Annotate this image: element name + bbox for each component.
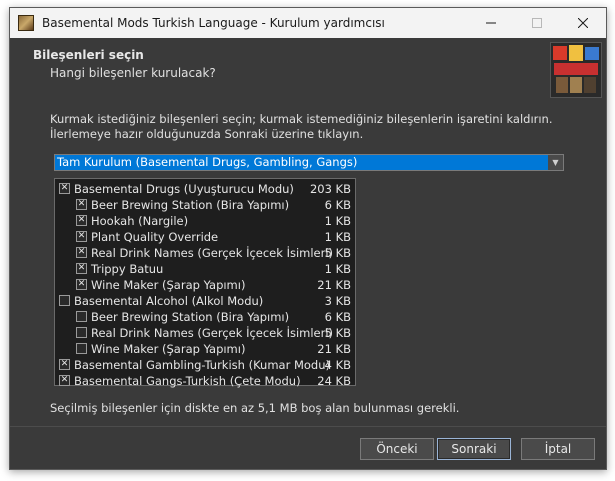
component-label: Basemental Gangs-Turkish (Çete Modu)	[74, 374, 301, 388]
component-size: 203 KB	[309, 182, 351, 196]
component-checkbox[interactable]: ✕	[76, 231, 87, 242]
component-row[interactable]: ✕ Trippy Batuu 1 KB	[55, 261, 355, 277]
component-row[interactable]: ✕ Wine Maker (Şarap Yapımı) 21 KB	[55, 277, 355, 293]
component-checkbox[interactable]: ✕	[76, 247, 87, 258]
components-tree[interactable]: ✕ Basemental Drugs (Uyuşturucu Modu) 203 K…	[54, 178, 356, 389]
page-title: Bileşenleri seçin	[33, 48, 144, 62]
component-size: 21 KB	[317, 278, 351, 292]
maximize-icon	[532, 18, 542, 28]
component-label: Wine Maker (Şarap Yapımı)	[91, 278, 246, 292]
component-row[interactable]: Wine Maker (Şarap Yapımı) 21 KB	[55, 341, 355, 357]
title-bar[interactable]: Basemental Mods Turkish Language - Kurul…	[10, 8, 606, 38]
component-checkbox[interactable]: ✕	[59, 183, 70, 194]
component-label: Basemental Alcohol (Alkol Modu)	[74, 294, 264, 308]
component-checkbox[interactable]: ✕	[59, 359, 70, 370]
component-row[interactable]: Basemental Alcohol (Alkol Modu) 3 KB	[55, 293, 355, 309]
component-row[interactable]: ✕ Basemental Drugs (Uyuşturucu Modu) 203 K…	[55, 181, 355, 197]
component-label: Basemental Gambling-Turkish (Kumar Modu)	[74, 358, 331, 372]
component-row[interactable]: ✕ Real Drink Names (Gerçek İçecek İsimler…	[55, 245, 355, 261]
component-size: 6 KB	[324, 198, 351, 212]
space-required-text: Seçilmiş bileşenler için diskte en az 5,…	[50, 401, 460, 415]
component-checkbox[interactable]	[76, 327, 87, 338]
app-icon	[18, 15, 34, 31]
component-label: Real Drink Names (Gerçek İçecek İsimleri…	[91, 246, 334, 260]
minimize-button[interactable]	[468, 8, 514, 38]
component-checkbox[interactable]	[76, 311, 87, 322]
component-checkbox[interactable]	[59, 295, 70, 306]
page-subtitle: Hangi bileşenler kurulacak?	[50, 66, 216, 80]
instructions-text: Kurmak istediğiniz bileşenleri seçin; ku…	[50, 112, 553, 141]
installer-window: Basemental Mods Turkish Language - Kurul…	[9, 7, 607, 470]
back-button-label: Önceki	[376, 442, 418, 456]
component-size: 1 KB	[324, 262, 351, 276]
component-label: Real Drink Names (Gerçek İçecek İsimleri…	[91, 326, 334, 340]
component-row[interactable]: ✕ Basemental Gangs-Turkish (Çete Modu) 24 …	[55, 373, 355, 389]
component-label: Wine Maker (Şarap Yapımı)	[91, 342, 246, 356]
component-size: 21 KB	[317, 342, 351, 356]
component-checkbox[interactable]: ✕	[76, 199, 87, 210]
next-button[interactable]: Sonraki	[437, 438, 511, 460]
footer-divider	[10, 426, 606, 427]
component-size: 6 KB	[324, 310, 351, 324]
component-size: 5 KB	[324, 246, 351, 260]
next-button-label: Sonraki	[451, 442, 497, 456]
component-label: Hookah (Nargile)	[91, 214, 189, 228]
component-row[interactable]: ✕ Beer Brewing Station (Bira Yapımı) 6 KB	[55, 197, 355, 213]
component-checkbox[interactable]: ✕	[76, 263, 87, 274]
component-row[interactable]: ✕ Basemental Gambling-Turkish (Kumar Modu…	[55, 357, 355, 373]
cancel-button-label: İptal	[544, 442, 572, 456]
component-label: Trippy Batuu	[91, 262, 164, 276]
header-image	[550, 42, 602, 98]
component-row[interactable]: ✕ Plant Quality Override 1 KB	[55, 229, 355, 245]
cancel-button[interactable]: İptal	[521, 438, 595, 460]
component-row[interactable]: ✕ Hookah (Nargile) 1 KB	[55, 213, 355, 229]
page-header: Bileşenleri seçin Hangi bileşenler kurul…	[10, 38, 606, 108]
close-button[interactable]	[560, 8, 606, 38]
component-checkbox[interactable]: ✕	[76, 279, 87, 290]
close-icon	[578, 18, 588, 28]
component-size: 3 KB	[324, 294, 351, 308]
component-label: Plant Quality Override	[91, 230, 219, 244]
component-checkbox[interactable]: ✕	[59, 375, 70, 386]
back-button[interactable]: Önceki	[360, 438, 434, 460]
component-checkbox[interactable]: ✕	[76, 215, 87, 226]
component-size: 4 KB	[324, 358, 351, 372]
component-size: 5 KB	[324, 326, 351, 340]
install-type-dropdown[interactable]: Tam Kurulum (Basemental Drugs, Gambling,…	[54, 154, 564, 171]
install-type-selected: Tam Kurulum (Basemental Drugs, Gambling,…	[55, 155, 549, 170]
component-row[interactable]: Beer Brewing Station (Bira Yapımı) 6 KB	[55, 309, 355, 325]
maximize-button[interactable]	[514, 8, 560, 38]
component-checkbox[interactable]	[76, 343, 87, 354]
component-label: Beer Brewing Station (Bira Yapımı)	[91, 198, 290, 212]
component-label: Beer Brewing Station (Bira Yapımı)	[91, 310, 290, 324]
minimize-icon	[486, 22, 496, 24]
component-size: 1 KB	[324, 214, 351, 228]
component-row[interactable]: Real Drink Names (Gerçek İçecek İsimleri…	[55, 325, 355, 341]
component-label: Basemental Drugs (Uyuşturucu Modu)	[74, 182, 294, 196]
chevron-down-icon[interactable]: ▼	[548, 155, 563, 170]
window-title: Basemental Mods Turkish Language - Kurul…	[42, 16, 385, 30]
component-size: 24 KB	[317, 374, 351, 388]
component-size: 1 KB	[324, 230, 351, 244]
